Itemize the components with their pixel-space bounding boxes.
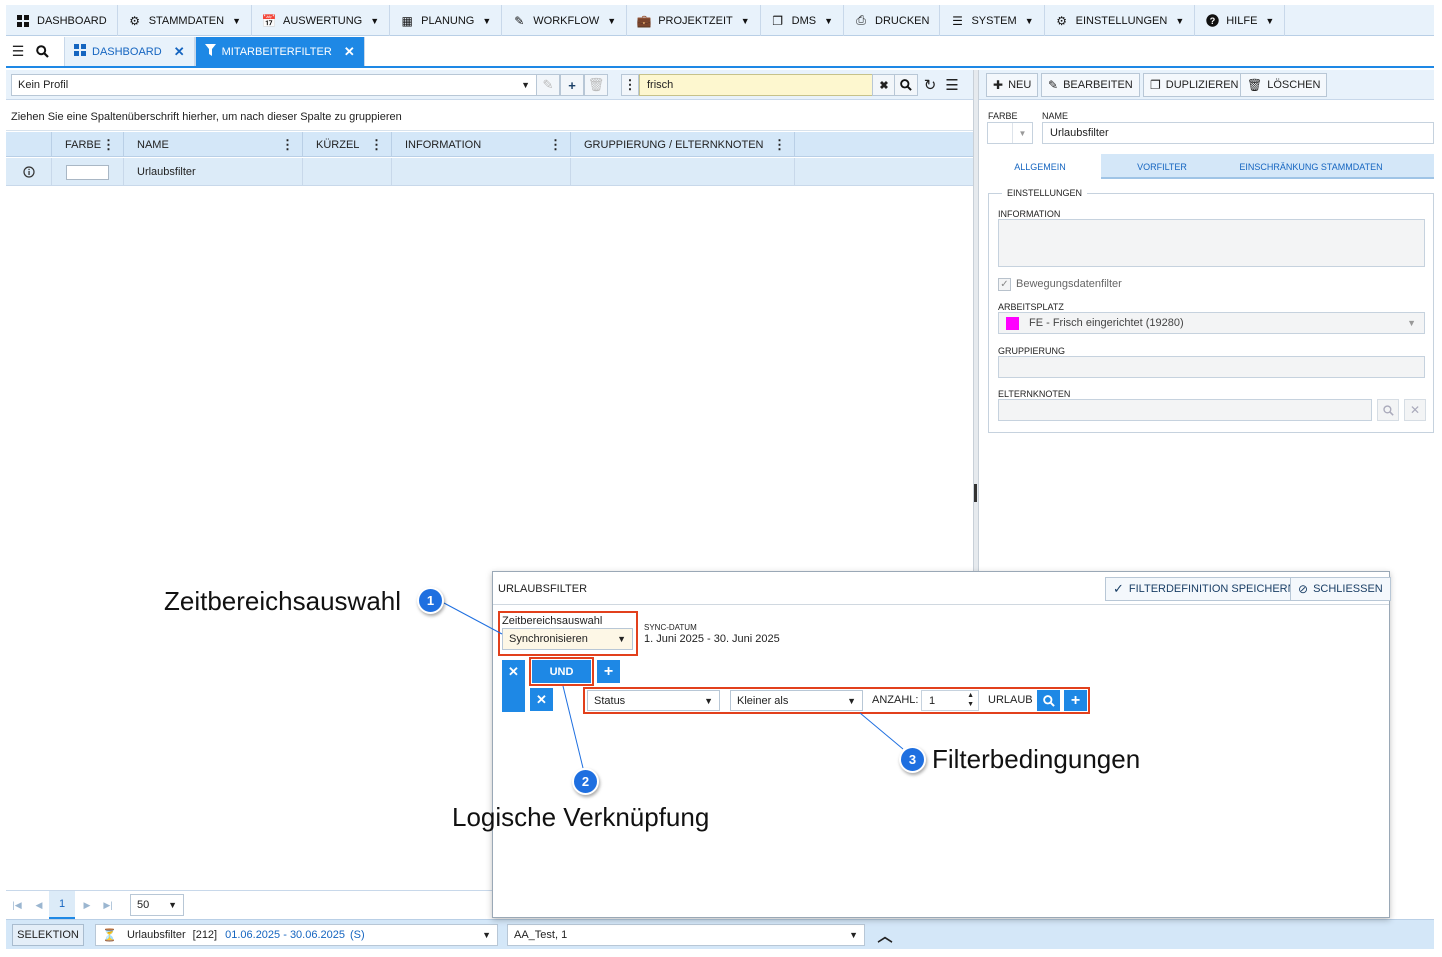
annotation-logik: Logische Verknüpfung (452, 802, 710, 832)
annotation-zeitbereich: Zeitbereichsauswahl (164, 586, 402, 616)
annotation-badge-1: 1 (417, 587, 444, 614)
annotation-lines (443, 602, 904, 769)
annotation-badge-2: 2 (572, 768, 599, 795)
annotation-badge-3: 3 (899, 746, 926, 773)
annotation-filter: Filterbedingungen (932, 744, 1141, 774)
